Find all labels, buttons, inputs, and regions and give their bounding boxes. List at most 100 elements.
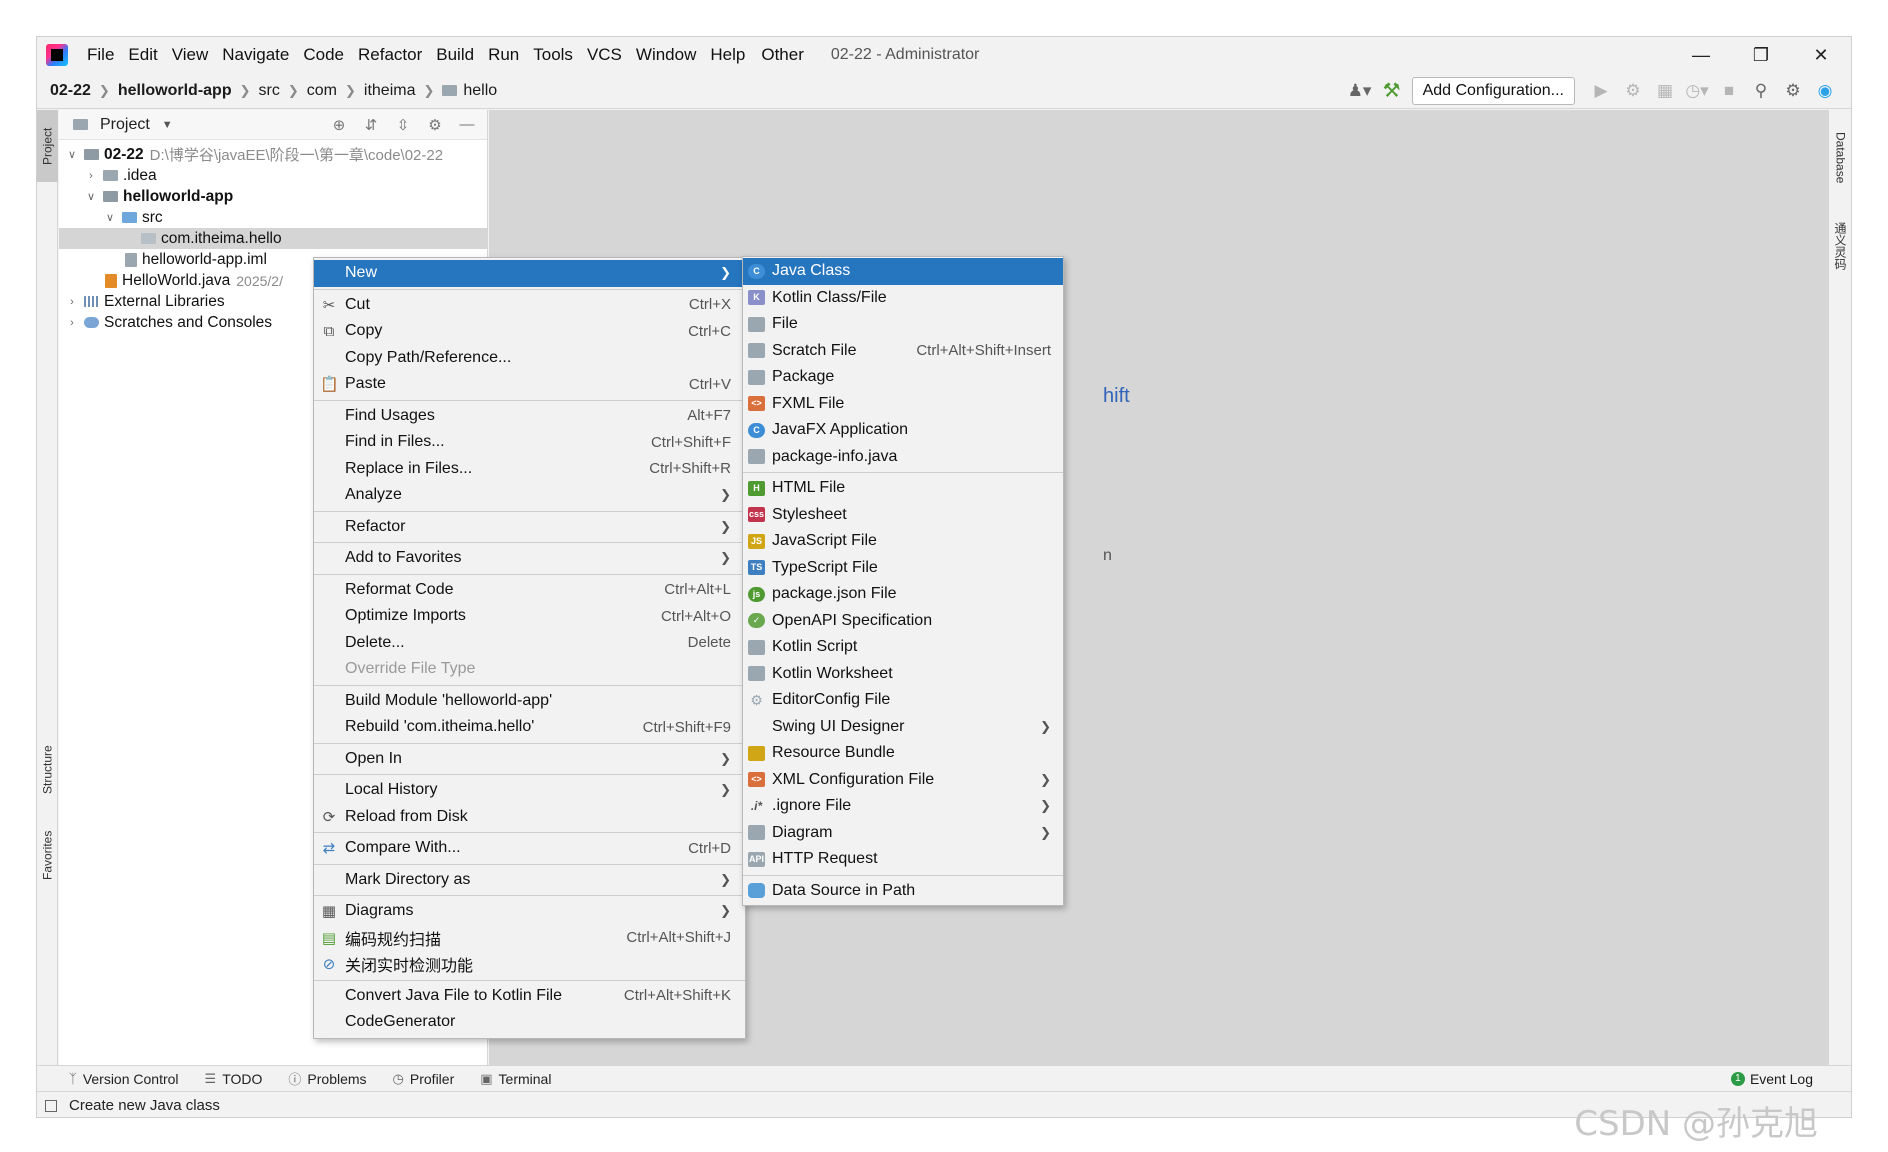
menu-vcs[interactable]: VCS <box>580 37 629 73</box>
stop-icon[interactable]: ■ <box>1713 76 1745 106</box>
menu-item-delete[interactable]: Delete... Delete <box>314 630 745 657</box>
submenu-item-ignore-file[interactable]: .i* .ignore File ❯ <box>743 793 1063 820</box>
menu-item-code-scan[interactable]: ▤ 编码规约扫描 Ctrl+Alt+Shift+J <box>314 925 745 952</box>
tool-windows-toggle-icon[interactable] <box>45 1099 57 1112</box>
menu-refactor[interactable]: Refactor <box>351 37 429 73</box>
menu-item-analyze[interactable]: Analyze ❯ <box>314 482 745 509</box>
submenu-item-xml-configuration[interactable]: <> XML Configuration File ❯ <box>743 767 1063 794</box>
menu-item-build-module[interactable]: Build Module 'helloworld-app' <box>314 688 745 715</box>
chevron-down-icon[interactable]: ∨ <box>84 190 98 203</box>
tree-row-src[interactable]: ∨ src <box>59 207 487 228</box>
coverage-icon[interactable]: ▦ <box>1649 76 1681 106</box>
submenu-item-scratch-file[interactable]: Scratch File Ctrl+Alt+Shift+Insert <box>743 338 1063 365</box>
submenu-item-file[interactable]: File <box>743 311 1063 338</box>
chevron-right-icon[interactable]: › <box>84 170 98 182</box>
submenu-item-package[interactable]: Package <box>743 364 1063 391</box>
structure-tool-tab[interactable]: Structure <box>37 730 58 810</box>
menu-edit[interactable]: Edit <box>121 37 164 73</box>
menu-file[interactable]: File <box>80 37 121 73</box>
run-icon[interactable]: ▶ <box>1585 76 1617 106</box>
tab-todo[interactable]: ☰ TODO <box>205 1071 263 1087</box>
jetbrains-plugin-icon[interactable]: ◉ <box>1809 76 1841 106</box>
menu-item-add-to-favorites[interactable]: Add to Favorites ❯ <box>314 545 745 572</box>
menu-item-copy-path[interactable]: Copy Path/Reference... <box>314 345 745 372</box>
submenu-item-kotlin-worksheet[interactable]: Kotlin Worksheet <box>743 661 1063 688</box>
tab-profiler[interactable]: ◷ Profiler <box>393 1071 455 1087</box>
breadcrumb-itheima[interactable]: itheima <box>364 82 416 100</box>
menu-item-compare-with[interactable]: ⇄ Compare With... Ctrl+D <box>314 835 745 862</box>
project-tool-tab[interactable]: Project <box>37 110 58 182</box>
tab-terminal[interactable]: ▣ Terminal <box>480 1071 551 1087</box>
user-icon[interactable]: ♟▾ <box>1344 76 1376 106</box>
submenu-item-swing-ui-designer[interactable]: Swing UI Designer ❯ <box>743 714 1063 741</box>
chevron-down-icon[interactable]: ∨ <box>65 148 79 161</box>
submenu-item-resource-bundle[interactable]: Resource Bundle <box>743 740 1063 767</box>
menu-item-find-usages[interactable]: Find Usages Alt+F7 <box>314 403 745 430</box>
breadcrumb-project[interactable]: 02-22 <box>50 82 91 100</box>
minimize-icon[interactable]: — <box>1671 37 1731 73</box>
submenu-item-openapi[interactable]: ✓ OpenAPI Specification <box>743 608 1063 635</box>
menu-item-mark-directory-as[interactable]: Mark Directory as ❯ <box>314 867 745 894</box>
chevron-down-icon[interactable]: ▼ <box>162 119 173 131</box>
add-configuration-button[interactable]: Add Configuration... <box>1411 76 1575 105</box>
menu-item-disable-realtime-check[interactable]: ⊘ 关闭实时检测功能 <box>314 951 745 978</box>
menu-item-optimize-imports[interactable]: Optimize Imports Ctrl+Alt+O <box>314 603 745 630</box>
ai-assistant-tool-tab[interactable]: 通义灵码 <box>1829 206 1851 286</box>
tree-row-package[interactable]: com.itheima.hello <box>59 228 487 249</box>
menu-code[interactable]: Code <box>296 37 351 73</box>
menu-item-local-history[interactable]: Local History ❯ <box>314 777 745 804</box>
menu-help[interactable]: Help <box>703 37 752 73</box>
menu-item-find-in-files[interactable]: Find in Files... Ctrl+Shift+F <box>314 429 745 456</box>
submenu-item-package-json[interactable]: js package.json File <box>743 581 1063 608</box>
locate-icon[interactable]: ⊕ <box>327 116 351 134</box>
expand-all-icon[interactable]: ⇵ <box>359 116 383 134</box>
submenu-item-package-info[interactable]: package-info.java <box>743 444 1063 471</box>
menu-item-rebuild[interactable]: Rebuild 'com.itheima.hello' Ctrl+Shift+F9 <box>314 714 745 741</box>
restore-icon[interactable]: ❐ <box>1731 37 1791 73</box>
submenu-item-html[interactable]: H HTML File <box>743 475 1063 502</box>
tab-version-control[interactable]: ᛉ Version Control <box>69 1071 179 1087</box>
profile-icon[interactable]: ◷▾ <box>1681 76 1713 106</box>
submenu-item-http-request[interactable]: API HTTP Request <box>743 846 1063 873</box>
project-panel-title[interactable]: Project <box>100 116 150 134</box>
breadcrumb-src[interactable]: src <box>259 82 280 100</box>
submenu-item-diagram[interactable]: Diagram ❯ <box>743 820 1063 847</box>
menu-item-reformat-code[interactable]: Reformat Code Ctrl+Alt+L <box>314 577 745 604</box>
chevron-right-icon[interactable]: › <box>65 296 79 308</box>
tab-problems[interactable]: ⓘ Problems <box>288 1069 366 1088</box>
menu-other[interactable]: Other <box>754 37 811 73</box>
build-hammer-icon[interactable]: ⚒ <box>1376 76 1408 106</box>
menu-item-reload-from-disk[interactable]: ⟳ Reload from Disk <box>314 804 745 831</box>
menu-run[interactable]: Run <box>481 37 526 73</box>
collapse-all-icon[interactable]: ⇳ <box>391 116 415 134</box>
submenu-item-data-source[interactable]: Data Source in Path <box>743 878 1063 905</box>
menu-item-replace-in-files[interactable]: Replace in Files... Ctrl+Shift+R <box>314 456 745 483</box>
chevron-down-icon[interactable]: ∨ <box>103 211 117 224</box>
menu-window[interactable]: Window <box>629 37 703 73</box>
menu-item-paste[interactable]: 📋 Paste Ctrl+V <box>314 371 745 398</box>
menu-item-code-generator[interactable]: CodeGenerator <box>314 1009 745 1036</box>
submenu-item-javafx[interactable]: C JavaFX Application <box>743 417 1063 444</box>
menu-item-new[interactable]: New ❯ <box>314 260 745 287</box>
debug-icon[interactable]: ⚙ <box>1617 76 1649 106</box>
submenu-item-editorconfig[interactable]: ⚙ EditorConfig File <box>743 687 1063 714</box>
submenu-item-kotlin-script[interactable]: Kotlin Script <box>743 634 1063 661</box>
event-log-button[interactable]: 1 Event Log <box>1730 1071 1813 1087</box>
submenu-item-javascript[interactable]: JS JavaScript File <box>743 528 1063 555</box>
gear-icon[interactable]: ⚙ <box>1777 76 1809 106</box>
breadcrumb-module[interactable]: helloworld-app <box>118 82 232 100</box>
close-icon[interactable]: ✕ <box>1791 37 1851 73</box>
submenu-item-fxml[interactable]: <> FXML File <box>743 391 1063 418</box>
submenu-item-stylesheet[interactable]: css Stylesheet <box>743 502 1063 529</box>
submenu-item-typescript[interactable]: TS TypeScript File <box>743 555 1063 582</box>
chevron-right-icon[interactable]: › <box>65 317 79 329</box>
hide-icon[interactable]: — <box>455 116 479 134</box>
menu-tools[interactable]: Tools <box>526 37 580 73</box>
breadcrumb-com[interactable]: com <box>307 82 337 100</box>
tree-row-project[interactable]: ∨ 02-22 D:\博学谷\javaEE\阶段一\第一章\code\02-22 <box>59 144 487 165</box>
search-icon[interactable]: ⚲ <box>1745 76 1777 106</box>
menu-build[interactable]: Build <box>429 37 481 73</box>
menu-item-refactor[interactable]: Refactor ❯ <box>314 514 745 541</box>
favorites-tool-tab[interactable]: Favorites <box>37 815 58 895</box>
menu-navigate[interactable]: Navigate <box>215 37 296 73</box>
